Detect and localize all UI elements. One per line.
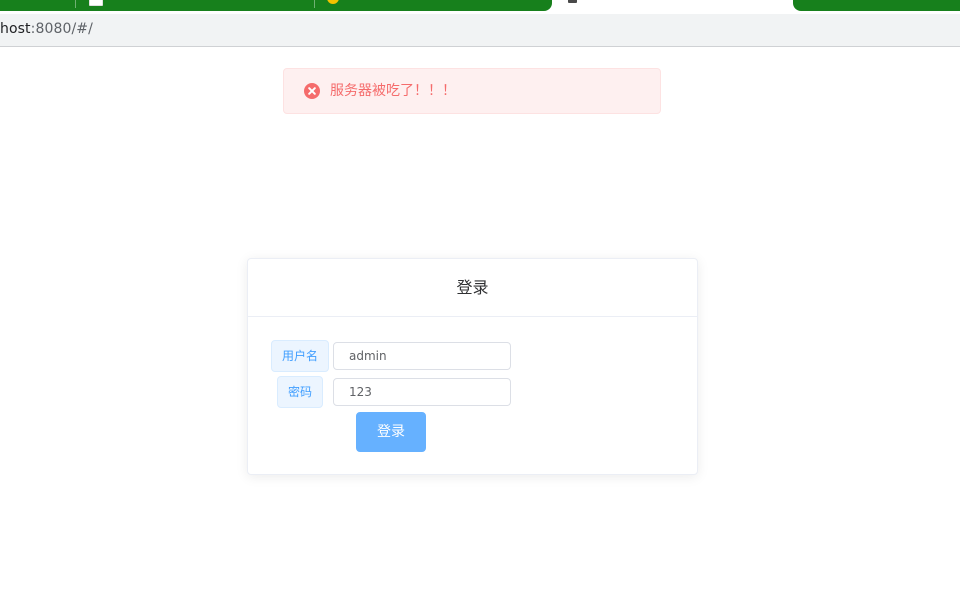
tab-separator bbox=[314, 0, 315, 8]
error-message: 服务器被吃了！！！ bbox=[283, 68, 661, 114]
url-port-path: :8080/#/ bbox=[30, 21, 93, 37]
password-label: 密码 bbox=[277, 376, 323, 408]
document-favicon-icon bbox=[89, 0, 103, 6]
browser-tab-group[interactable] bbox=[0, 0, 552, 11]
browser-tab-strip bbox=[0, 0, 960, 14]
tab-separator bbox=[75, 0, 76, 8]
browser-tab[interactable] bbox=[793, 0, 960, 11]
circle-close-icon bbox=[304, 83, 320, 99]
active-tab-favicon-icon bbox=[568, 0, 577, 3]
address-bar[interactable]: host:8080/#/ bbox=[0, 14, 960, 47]
login-card: 登录 用户名 密码 登录 bbox=[247, 258, 698, 475]
url-host: host bbox=[0, 21, 31, 37]
username-input[interactable] bbox=[333, 342, 511, 370]
password-input[interactable] bbox=[333, 378, 511, 406]
username-label: 用户名 bbox=[271, 340, 329, 372]
login-button[interactable]: 登录 bbox=[356, 412, 426, 452]
login-title: 登录 bbox=[456, 278, 489, 297]
url-text[interactable]: host:8080/#/ bbox=[0, 21, 93, 37]
login-card-header: 登录 bbox=[248, 259, 697, 317]
error-message-text: 服务器被吃了！！！ bbox=[330, 83, 456, 99]
